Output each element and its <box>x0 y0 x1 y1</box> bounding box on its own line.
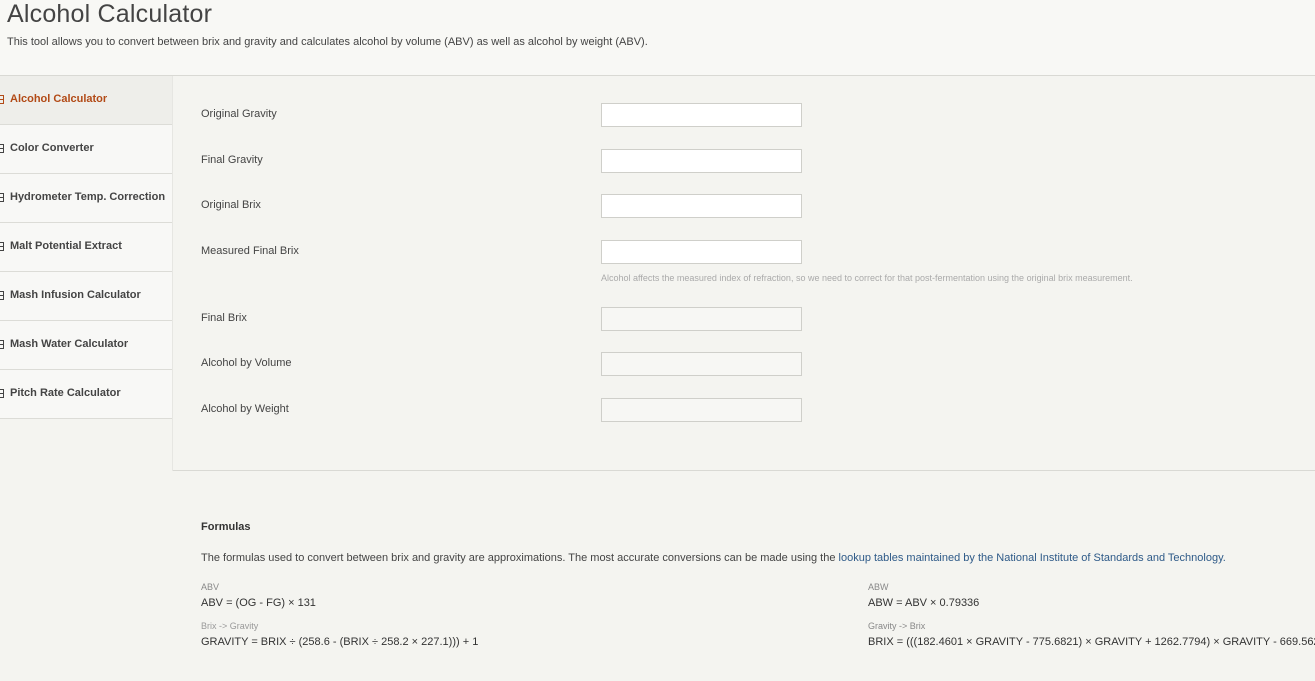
original-gravity-input[interactable] <box>601 103 802 127</box>
page-title: Alcohol Calculator <box>7 0 213 28</box>
page-description: This tool allows you to convert between … <box>7 36 648 48</box>
sidebar-item-pitch-rate-calculator[interactable]: Pitch Rate Calculator <box>0 370 172 419</box>
calculator-main: Original Gravity Final Gravity Original … <box>173 76 1315 681</box>
sidebar-item-label: Mash Infusion Calculator <box>10 289 141 301</box>
abw-output[interactable] <box>601 398 802 422</box>
sidebar-item-color-converter[interactable]: Color Converter <box>0 125 172 174</box>
original-brix-label: Original Brix <box>201 199 261 211</box>
formulas-heading: Formulas <box>201 521 251 533</box>
brix-to-gravity-label: Brix -> Gravity <box>201 621 259 631</box>
abv-output[interactable] <box>601 352 802 376</box>
nist-lookup-link[interactable]: lookup tables maintained by the National… <box>839 552 1226 564</box>
sidebar-item-label: Malt Potential Extract <box>10 240 122 252</box>
calculator-icon <box>0 291 4 300</box>
sidebar-item-label: Pitch Rate Calculator <box>10 387 121 399</box>
calculator-icon <box>0 95 4 104</box>
calculator-icon <box>0 340 4 349</box>
brix-to-gravity-formula: GRAVITY = BRIX ÷ (258.6 - (BRIX ÷ 258.2 … <box>201 636 479 648</box>
abw-label: Alcohol by Weight <box>201 403 289 415</box>
sidebar-item-mash-water-calculator[interactable]: Mash Water Calculator <box>0 321 172 370</box>
sidebar-item-label: Hydrometer Temp. Correction <box>10 191 166 203</box>
final-brix-output[interactable] <box>601 307 802 331</box>
sidebar-item-label: Mash Water Calculator <box>10 338 129 350</box>
calculator-icon <box>0 144 4 153</box>
calculator-icon <box>0 242 4 251</box>
original-brix-input[interactable] <box>601 194 802 218</box>
sidebar: Alcohol Calculator Color Converter Hydro… <box>0 76 173 419</box>
sidebar-item-mash-infusion-calculator[interactable]: Mash Infusion Calculator <box>0 272 172 321</box>
abv-formula-label: ABV <box>201 582 220 592</box>
measured-final-brix-label: Measured Final Brix <box>201 245 299 257</box>
calculator-icon <box>0 193 4 202</box>
section-divider <box>173 470 1315 471</box>
sidebar-item-label: Alcohol Calculator <box>10 93 108 105</box>
final-gravity-label: Final Gravity <box>201 154 263 166</box>
sidebar-item-malt-potential-extract[interactable]: Malt Potential Extract <box>0 223 172 272</box>
gravity-to-brix-label: Gravity -> Brix <box>868 621 926 631</box>
measured-final-brix-input[interactable] <box>601 240 802 264</box>
measured-final-brix-hint: Alcohol affects the measured index of re… <box>601 273 1133 283</box>
abv-formula: ABV = (OG - FG) × 131 <box>201 597 316 609</box>
abw-formula: ABW = ABV × 0.79336 <box>868 597 980 609</box>
sidebar-item-hydrometer-temp-correction[interactable]: Hydrometer Temp. Correction <box>0 174 172 223</box>
calculator-icon <box>0 389 4 398</box>
final-gravity-input[interactable] <box>601 149 802 173</box>
formulas-intro-text: The formulas used to convert between bri… <box>201 552 839 564</box>
sidebar-item-label: Color Converter <box>10 142 94 154</box>
sidebar-item-alcohol-calculator[interactable]: Alcohol Calculator <box>0 76 172 125</box>
final-brix-label: Final Brix <box>201 312 247 324</box>
page-header: Alcohol Calculator This tool allows you … <box>0 0 1315 76</box>
gravity-to-brix-formula: BRIX = (((182.4601 × GRAVITY - 775.6821)… <box>868 636 1315 648</box>
formulas-intro: The formulas used to convert between bri… <box>201 552 1226 564</box>
original-gravity-label: Original Gravity <box>201 108 277 120</box>
abw-formula-label: ABW <box>868 582 889 592</box>
abv-label: Alcohol by Volume <box>201 357 292 369</box>
